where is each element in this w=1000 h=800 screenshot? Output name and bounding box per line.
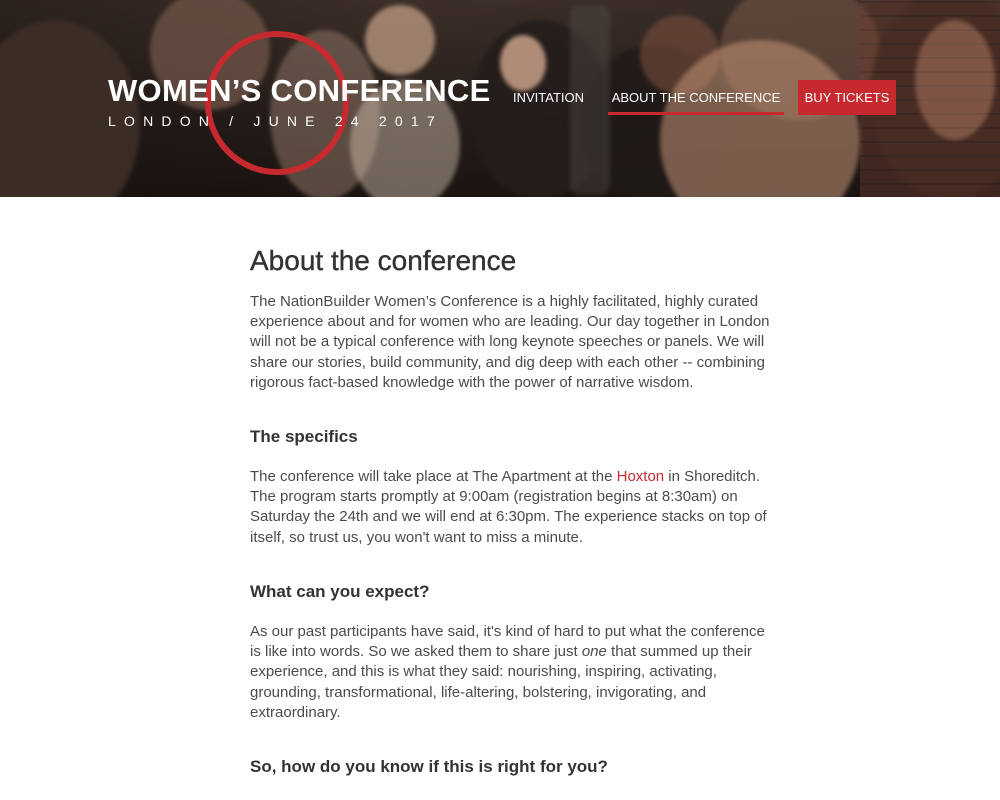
nav-about-the-conference[interactable]: ABOUT THE CONFERENCE <box>608 80 784 115</box>
expect-paragraph: As our past participants have said, it's… <box>250 622 770 723</box>
intro-paragraph: The NationBuilder Women’s Conference is … <box>250 293 770 391</box>
specifics-heading: The specifics <box>250 427 358 446</box>
expect-emphasis: one <box>581 643 607 661</box>
specifics-paragraph: The conference will take place at The Ap… <box>250 467 770 548</box>
page-title: About the conference <box>250 245 517 276</box>
buy-tickets-button[interactable]: BUY TICKETS <box>798 80 896 115</box>
main-content: About the conference The NationBuilder W… <box>0 197 1000 800</box>
hoxton-link[interactable]: Hoxton <box>617 468 665 485</box>
nav-invitation[interactable]: INVITATION <box>513 80 584 115</box>
main-nav: INVITATION ABOUT THE CONFERENCE BUY TICK… <box>0 80 1000 116</box>
expect-heading: What can you expect? <box>250 582 430 601</box>
right-for-you-heading: So, how do you know if this is right for… <box>250 757 608 776</box>
hero-header: WOMEN’S CONFERENCE LONDON / JUNE 24 2017… <box>0 0 1000 197</box>
specifics-text-start: The conference will take place at The Ap… <box>250 468 617 485</box>
